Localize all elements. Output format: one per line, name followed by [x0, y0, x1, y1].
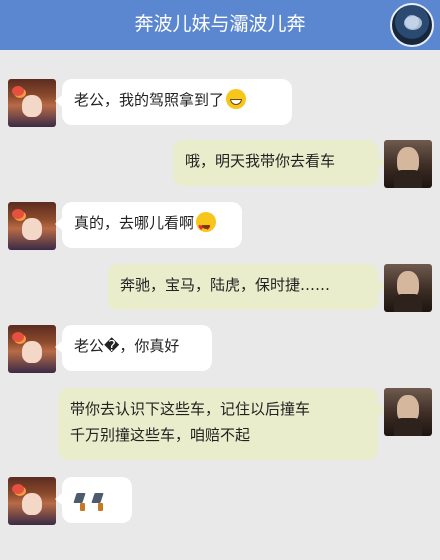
message-bubble[interactable]: 带你去认识下这些车，记住以后撞车 千万别撞这些车，咱赔不起 — [58, 388, 385, 460]
message-text-line: 千万别撞这些车，咱赔不起 — [70, 426, 251, 444]
message-text: 奔驰，宝马，陆虎，保时捷…… — [120, 276, 331, 294]
message-text: 老公�，你真好 — [74, 337, 180, 355]
message-bubble[interactable] — [55, 477, 132, 523]
kitchen-knife-icon — [74, 493, 87, 511]
message-bubble[interactable]: 老公，我的驾照拿到了 — [55, 79, 292, 125]
message-text: 哦，明天我带你去看车 — [185, 152, 336, 170]
message-text: 老公，我的驾照拿到了 — [74, 91, 225, 109]
receiver-avatar[interactable] — [384, 140, 432, 188]
message-text: 真的，去哪儿看啊 — [74, 214, 195, 232]
receiver-avatar[interactable] — [384, 264, 432, 312]
chat-header: 奔波儿妹与灞波儿奔 — [0, 0, 440, 50]
message-bubble[interactable]: 真的，去哪儿看啊 — [55, 202, 242, 248]
profile-avatar[interactable] — [390, 3, 434, 47]
sender-avatar[interactable] — [8, 477, 56, 525]
message-bubble[interactable]: 奔驰，宝马，陆虎，保时捷…… — [108, 264, 385, 310]
sender-avatar[interactable] — [8, 325, 56, 373]
message-text-line: 带你去认识下这些车，记住以后撞车 — [70, 400, 311, 418]
chat-title: 奔波儿妹与灞波儿奔 — [134, 13, 306, 35]
sender-avatar[interactable] — [8, 79, 56, 127]
sender-avatar[interactable] — [8, 202, 56, 250]
heart-eyes-emoji-icon — [196, 212, 217, 241]
message-bubble[interactable]: 哦，明天我带你去看车 — [173, 140, 385, 186]
message-bubble[interactable]: 老公�，你真好 — [55, 325, 212, 371]
grinning-emoji-icon — [226, 89, 247, 109]
receiver-avatar[interactable] — [384, 388, 432, 436]
kitchen-knife-icon — [92, 493, 105, 511]
